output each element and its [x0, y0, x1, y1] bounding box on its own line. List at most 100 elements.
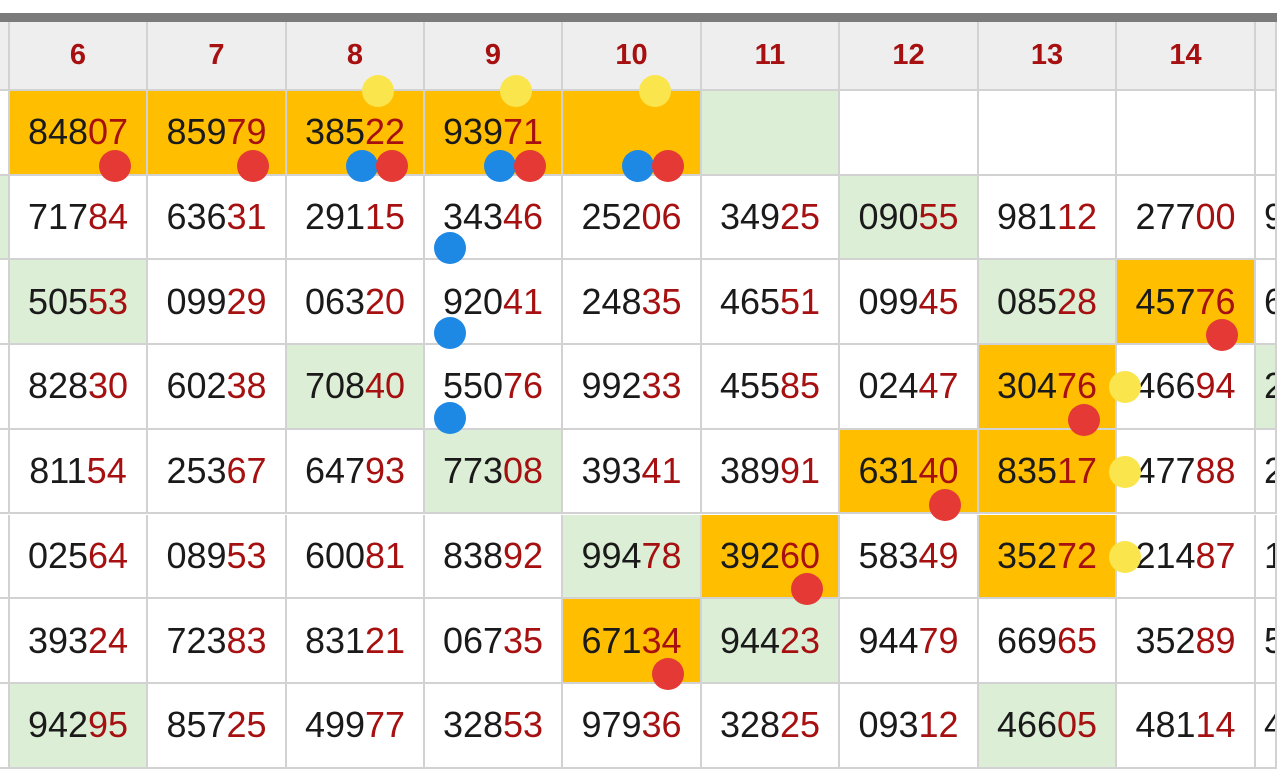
number-suffix: 25 [780, 704, 821, 746]
table-cell[interactable]: 828 30 [10, 345, 148, 430]
table-cell[interactable]: 583 49 [840, 514, 979, 600]
table-cell[interactable]: 857 25 [148, 683, 287, 769]
number-prefix: 392 [719, 534, 781, 576]
table-cell[interactable]: 328 25 [702, 683, 840, 769]
table-cell[interactable]: 708 40 [287, 345, 425, 430]
table-cell[interactable]: 352 89 [1117, 599, 1256, 684]
column-header[interactable]: 14 [1117, 22, 1256, 91]
table-cell[interactable]: 647 93 [287, 429, 425, 515]
column-header[interactable]: 13 [979, 22, 1117, 91]
table-cell[interactable]: 9 [1256, 175, 1277, 261]
table-cell[interactable] [0, 345, 10, 430]
table-cell[interactable]: 090 55 [840, 175, 979, 261]
table-cell[interactable] [0, 91, 10, 176]
column-header[interactable] [0, 22, 10, 91]
table-cell[interactable]: 024 47 [840, 345, 979, 430]
number-prefix: 466 [1135, 365, 1196, 407]
table-cell[interactable]: 099 29 [148, 260, 287, 346]
table-cell[interactable]: 979 36 [563, 683, 702, 769]
table-cell[interactable]: 067 35 [425, 599, 563, 684]
table-cell[interactable] [0, 683, 10, 769]
table-cell[interactable]: 481 14 [1117, 683, 1256, 769]
table-cell[interactable]: 393 41 [563, 429, 702, 515]
table-cell[interactable] [0, 514, 10, 600]
number-suffix: 84 [88, 196, 129, 238]
table-cell[interactable]: 466 05 [979, 683, 1117, 769]
column-header[interactable]: 12 [840, 22, 979, 91]
table-cell[interactable]: 2 [1256, 345, 1277, 430]
table-cell[interactable]: 349 25 [702, 175, 840, 261]
table-cell[interactable]: 636 31 [148, 175, 287, 261]
red-marker-dot [791, 573, 823, 606]
number-prefix: 717 [27, 196, 89, 238]
table-cell[interactable]: 099 45 [840, 260, 979, 346]
table-cell[interactable]: 994 78 [563, 514, 702, 600]
table-cell[interactable]: 389 91 [702, 429, 840, 515]
number-suffix: 76 [503, 365, 544, 407]
table-cell[interactable]: 600 81 [287, 514, 425, 600]
table-cell[interactable]: 942 95 [10, 683, 148, 769]
table-cell[interactable]: 981 12 [979, 175, 1117, 261]
table-cell[interactable] [979, 91, 1117, 176]
table-cell[interactable]: 253 67 [148, 429, 287, 515]
table-cell[interactable]: 5 [1256, 599, 1277, 684]
table-cell[interactable]: 505 53 [10, 260, 148, 346]
table-cell[interactable] [0, 175, 10, 261]
column-header[interactable]: 9 [425, 22, 563, 91]
table-cell[interactable]: 811 54 [10, 429, 148, 515]
number-prefix: 089 [166, 534, 227, 576]
table-cell[interactable]: 291 15 [287, 175, 425, 261]
table-cell[interactable]: 025 64 [10, 514, 148, 600]
table-cell[interactable]: 602 38 [148, 345, 287, 430]
table-cell[interactable]: 499 77 [287, 683, 425, 769]
table-cell[interactable]: 277 00 [1117, 175, 1256, 261]
table-cell[interactable] [0, 429, 10, 515]
table-cell[interactable]: 089 53 [148, 514, 287, 600]
table-cell[interactable]: 1 [1256, 514, 1277, 600]
number-suffix: 64 [88, 534, 129, 576]
table-cell[interactable]: 2 [1256, 429, 1277, 515]
table-cell[interactable]: 835 17 [979, 429, 1117, 515]
table-cell[interactable]: 085 28 [979, 260, 1117, 346]
number-suffix: 33 [641, 365, 682, 407]
table-cell[interactable] [840, 91, 979, 176]
table-cell[interactable]: 393 24 [10, 599, 148, 684]
table-cell[interactable]: 992 33 [563, 345, 702, 430]
table-cell[interactable]: 248 35 [563, 260, 702, 346]
column-header[interactable]: 8 [287, 22, 425, 91]
table-cell[interactable] [0, 260, 10, 346]
table-cell[interactable]: 455 85 [702, 345, 840, 430]
table-cell[interactable]: 252 06 [563, 175, 702, 261]
table-cell[interactable]: 838 92 [425, 514, 563, 600]
table-cell[interactable]: 831 21 [287, 599, 425, 684]
table-cell[interactable]: 723 83 [148, 599, 287, 684]
table-cell[interactable]: 465 51 [702, 260, 840, 346]
table-cell[interactable] [0, 599, 10, 684]
number-suffix: 72 [1057, 534, 1098, 576]
number-prefix: 063 [304, 280, 366, 322]
number-suffix: 08 [503, 450, 544, 492]
table-cell[interactable]: 773 08 [425, 429, 563, 515]
table-cell[interactable]: 6 [1256, 260, 1277, 346]
column-header[interactable]: 11 [702, 22, 840, 91]
number-prefix: 277 [1135, 196, 1196, 238]
number-prefix: 708 [304, 365, 366, 407]
table-cell[interactable]: 4 [1256, 683, 1277, 769]
column-header[interactable]: 7 [148, 22, 287, 91]
table-cell[interactable]: 944 23 [702, 599, 840, 684]
table-cell[interactable]: 717 84 [10, 175, 148, 261]
number-suffix: 34 [641, 619, 682, 661]
column-header[interactable] [1256, 22, 1277, 91]
column-header[interactable]: 10 [563, 22, 702, 91]
table-cell[interactable] [1117, 91, 1256, 176]
table-cell[interactable]: 944 79 [840, 599, 979, 684]
table-cell[interactable] [1256, 91, 1277, 176]
number-prefix: 835 [996, 450, 1058, 492]
table-cell[interactable]: 063 20 [287, 260, 425, 346]
table-cell[interactable]: 669 65 [979, 599, 1117, 684]
table-cell[interactable]: 352 72 [979, 514, 1117, 600]
table-cell[interactable]: 328 53 [425, 683, 563, 769]
table-cell[interactable] [702, 91, 840, 176]
column-header[interactable]: 6 [10, 22, 148, 91]
table-cell[interactable]: 093 12 [840, 683, 979, 769]
